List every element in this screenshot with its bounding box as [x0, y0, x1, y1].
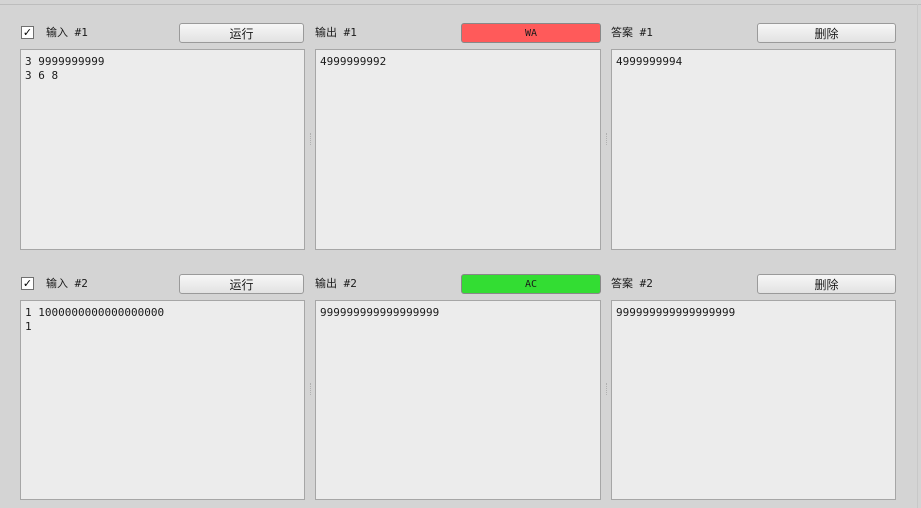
case-2-delete-button[interactable]: 删除	[757, 274, 896, 294]
case-2-splitter-handle-2[interactable]	[606, 383, 607, 395]
case-2-verdict-badge: AC	[461, 274, 601, 294]
case-1-splitter-handle-2[interactable]	[606, 133, 607, 145]
case-1-answer-textarea[interactable]: 4999999994	[611, 49, 896, 250]
case-1-input-label: 输入 #1	[46, 26, 88, 39]
case-2-input-label: 输入 #2	[46, 277, 88, 290]
case-1-output-textarea[interactable]: 4999999992	[315, 49, 601, 250]
test-cases-panel: ✓ 输入 #1 运行 输出 #1 WA 答案 #1 删除 3 999999999…	[0, 0, 921, 508]
case-1-enable-checkbox[interactable]: ✓	[21, 26, 34, 39]
case-1-answer-label: 答案 #1	[611, 26, 653, 39]
case-1-delete-button[interactable]: 删除	[757, 23, 896, 43]
case-2-output-label: 输出 #2	[315, 277, 357, 290]
checkmark-icon: ✓	[22, 26, 33, 39]
case-2-enable-checkbox[interactable]: ✓	[21, 277, 34, 290]
case-1-splitter-handle[interactable]	[310, 133, 311, 145]
checkmark-icon: ✓	[22, 277, 33, 290]
case-1-verdict-badge: WA	[461, 23, 601, 43]
case-2-splitter-handle[interactable]	[310, 383, 311, 395]
case-2-output-textarea[interactable]: 999999999999999999	[315, 300, 601, 500]
top-border	[0, 4, 921, 5]
case-1-input-textarea[interactable]: 3 9999999999 3 6 8	[20, 49, 305, 250]
case-1-run-button[interactable]: 运行	[179, 23, 304, 43]
case-1-output-label: 输出 #1	[315, 26, 357, 39]
case-2-run-button[interactable]: 运行	[179, 274, 304, 294]
case-2-input-textarea[interactable]: 1 1000000000000000000 1	[20, 300, 305, 500]
case-2-answer-label: 答案 #2	[611, 277, 653, 290]
case-2-answer-textarea[interactable]: 999999999999999999	[611, 300, 896, 500]
right-border	[917, 4, 918, 508]
